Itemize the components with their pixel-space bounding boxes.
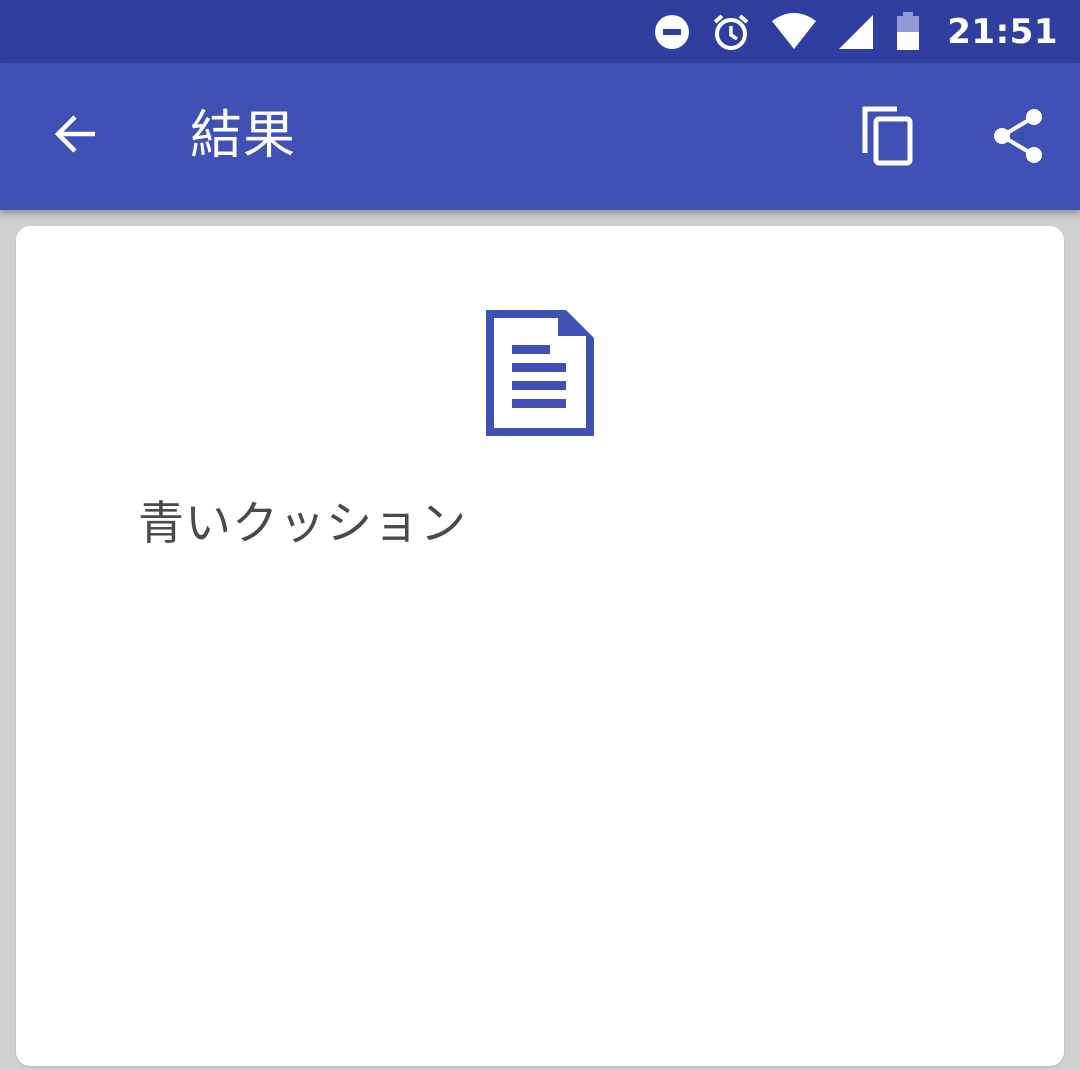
document-icon — [486, 310, 594, 436]
copy-button[interactable] — [846, 96, 930, 180]
arrow-back-icon — [53, 111, 99, 161]
share-button[interactable] — [976, 96, 1060, 180]
do-not-disturb-icon — [653, 13, 691, 51]
page-title: 結果 — [190, 106, 297, 166]
alarm-icon — [711, 12, 751, 52]
back-button[interactable] — [40, 96, 112, 176]
result-text: 青いクッション — [138, 496, 467, 550]
status-time: 21:51 — [947, 11, 1058, 52]
battery-icon — [895, 11, 921, 52]
status-icons: 21:51 — [633, 0, 1058, 63]
copy-icon — [861, 105, 915, 171]
status-bar: 21:51 — [0, 0, 1080, 63]
app-bar: 結果 — [0, 63, 1080, 210]
result-card: 青いクッション — [16, 226, 1064, 1066]
cell-signal-icon — [837, 13, 875, 51]
wifi-icon — [771, 12, 817, 51]
share-icon — [992, 108, 1044, 168]
